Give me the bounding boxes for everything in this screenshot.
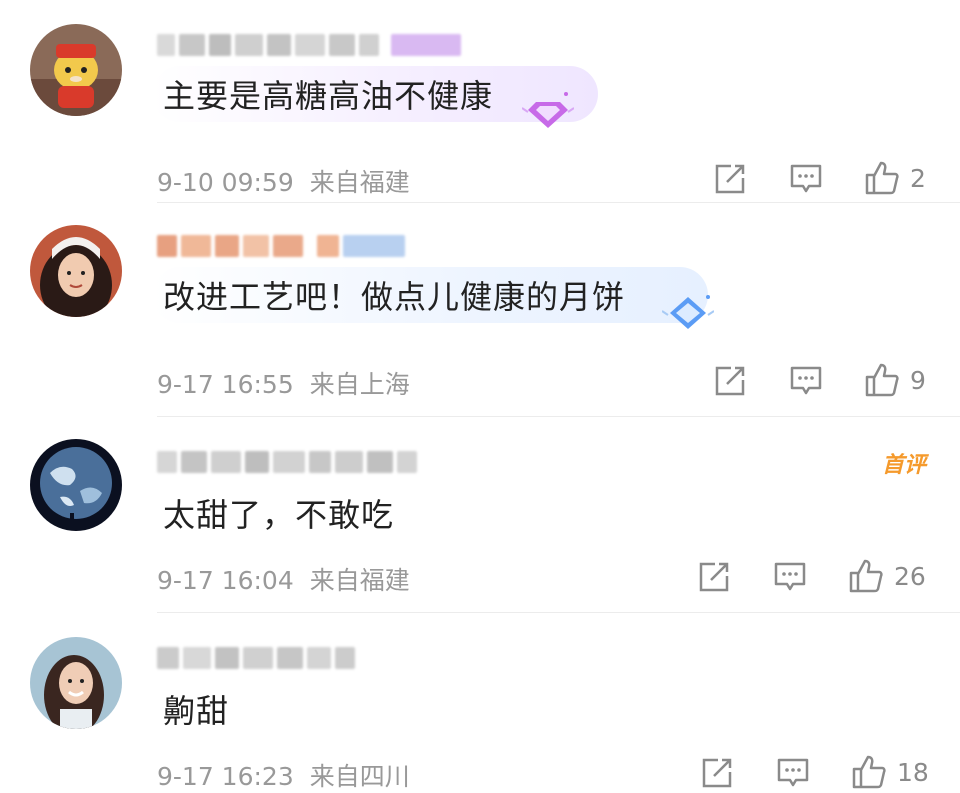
share-icon (715, 164, 745, 194)
username-blurred[interactable] (157, 447, 417, 477)
earth-night-avatar (30, 439, 122, 531)
thumbs-up-icon (849, 559, 883, 593)
reply-button[interactable] (776, 756, 810, 790)
share-button[interactable] (700, 756, 734, 790)
comment-icon (790, 164, 822, 193)
like-count: 9 (910, 365, 926, 395)
comment-meta: 9-10 09:59 来自福建 (157, 163, 410, 199)
user-avatar[interactable] (30, 24, 122, 116)
like-count: 26 (894, 561, 926, 591)
comment-item: 改进工艺吧！做点儿健康的月饼 9-17 16:55 来自上海 9 (0, 203, 960, 416)
thumbs-up-icon (865, 161, 899, 195)
comment-text: 太甜了，不敢吃 (163, 496, 395, 534)
comment-meta: 9-17 16:55 来自上海 (157, 365, 410, 401)
comment-location: 来自福建 (309, 566, 410, 595)
comment-time: 9-17 16:23 (157, 762, 294, 791)
comment-time: 9-10 09:59 (157, 168, 294, 197)
comment-item: 主要是高糖高油不健康 9-10 09:59 来自福建 2 (0, 0, 960, 203)
comment-location: 来自福建 (309, 168, 410, 197)
woman-portrait-avatar (30, 225, 122, 317)
comment-item: 齁甜 9-17 16:23 来自四川 18 (0, 613, 960, 793)
comment-location: 来自四川 (309, 762, 410, 791)
comment-time: 9-17 16:04 (157, 566, 294, 595)
diamond-badge-icon (662, 291, 714, 337)
woman-smiling-avatar (30, 637, 122, 729)
like-button[interactable]: 9 (864, 362, 926, 398)
reply-button[interactable] (789, 364, 823, 398)
first-comment-badge: 首评 (881, 453, 926, 478)
diamond-badge-icon (522, 88, 574, 134)
thumbs-up-icon (865, 363, 899, 397)
user-avatar[interactable] (30, 439, 122, 531)
comment-icon (790, 366, 822, 395)
user-avatar[interactable] (30, 225, 122, 317)
user-avatar[interactable] (30, 637, 122, 729)
reply-button[interactable] (773, 560, 807, 594)
share-icon (702, 758, 732, 788)
comment-icon (777, 758, 809, 787)
comment-item: 首评 太甜了，不敢吃 9-17 16:04 来自福建 26 (0, 417, 960, 612)
username-blurred[interactable] (157, 231, 405, 261)
like-count: 18 (897, 757, 929, 787)
like-button[interactable]: 2 (864, 160, 926, 196)
thumbs-up-icon (852, 755, 886, 789)
reply-button[interactable] (789, 162, 823, 196)
share-button[interactable] (713, 162, 747, 196)
tiger-mascot-avatar (30, 24, 122, 116)
comment-location: 来自上海 (309, 370, 410, 399)
like-button[interactable]: 26 (848, 558, 926, 594)
like-count: 2 (910, 163, 926, 193)
comment-time: 9-17 16:55 (157, 370, 294, 399)
comment-text: 齁甜 (163, 692, 230, 730)
share-button[interactable] (697, 560, 731, 594)
comment-text: 改进工艺吧！做点儿健康的月饼 (163, 278, 626, 316)
comment-bubble: 改进工艺吧！做点儿健康的月饼 (152, 267, 708, 323)
share-icon (699, 562, 729, 592)
comment-bubble: 太甜了，不敢吃 (152, 485, 498, 541)
username-blurred[interactable] (157, 643, 355, 673)
comment-meta: 9-17 16:23 来自四川 (157, 757, 410, 793)
share-icon (715, 366, 745, 396)
comment-meta: 9-17 16:04 来自福建 (157, 561, 410, 597)
share-button[interactable] (713, 364, 747, 398)
comment-icon (774, 562, 806, 591)
comment-text: 主要是高糖高油不健康 (163, 77, 494, 115)
username-blurred[interactable] (157, 30, 461, 60)
comment-bubble: 齁甜 (152, 681, 398, 737)
like-button[interactable]: 18 (851, 754, 929, 790)
